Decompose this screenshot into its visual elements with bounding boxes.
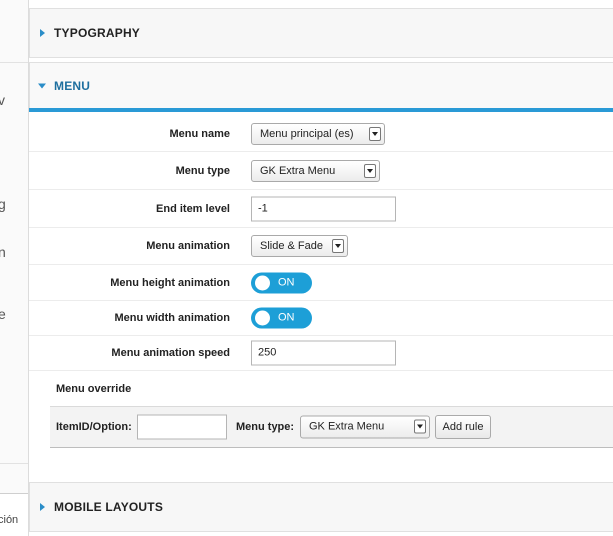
form-row-menu-height-animation: Menu height animation ON: [29, 265, 613, 301]
sidebar-text-fragment: g: [0, 196, 6, 212]
collapse-arrow-icon: [38, 83, 46, 89]
end-item-level-input[interactable]: -1: [251, 196, 396, 221]
dropdown-arrow-icon: [364, 163, 376, 178]
field-label: Menu name: [169, 127, 230, 140]
field-label: Menu animation: [146, 240, 230, 252]
toggle-state: ON: [278, 311, 295, 324]
select-value: GK Extra Menu: [260, 164, 336, 177]
select-value: GK Extra Menu: [309, 420, 385, 433]
form-row-menu-width-animation: Menu width animation ON: [29, 301, 613, 336]
select-value: Slide & Fade: [260, 240, 323, 252]
itemid-label: ItemID/Option:: [56, 421, 132, 433]
panel-active-bar: [29, 108, 613, 112]
panel-title: MENU: [54, 79, 91, 93]
menu-override-title: Menu override: [56, 383, 132, 395]
sidebar-text-fragment: e: [0, 306, 6, 322]
panel-title: TYPOGRAPHY: [54, 26, 141, 40]
menu-animation-select[interactable]: Slide & Fade: [251, 235, 348, 257]
field-label: Menu height animation: [110, 276, 230, 289]
field-label: End item level: [156, 202, 230, 215]
menu-type-select[interactable]: GK Extra Menu: [251, 159, 380, 182]
sidebar-bottom-label: ción: [0, 514, 19, 526]
toggle-state: ON: [278, 276, 295, 288]
override-menu-type-select[interactable]: GK Extra Menu: [300, 415, 430, 439]
left-sidebar-fragment: v g n e ción: [0, 0, 29, 536]
form-row-menu-type: Menu type GK Extra Menu: [29, 152, 613, 190]
expand-arrow-icon: [40, 503, 45, 511]
panel-menu-header[interactable]: MENU: [29, 62, 613, 110]
form-row-menu-name: Menu name Menu principal (es): [29, 116, 613, 152]
override-menu-type-label: Menu type:: [236, 421, 295, 433]
panel-typography-header[interactable]: TYPOGRAPHY: [29, 8, 613, 58]
sidebar-divider: [0, 62, 28, 63]
add-rule-button[interactable]: Add rule: [435, 415, 491, 439]
menu-width-animation-toggle[interactable]: ON: [251, 307, 312, 329]
field-label: Menu width animation: [114, 312, 231, 324]
sidebar-divider: [0, 463, 28, 464]
sidebar-text-fragment: v: [0, 92, 5, 108]
select-value: Menu principal (es): [260, 127, 354, 140]
dropdown-arrow-icon: [369, 126, 381, 141]
toggle-knob: [255, 275, 270, 290]
toggle-knob: [255, 310, 270, 326]
menu-height-animation-toggle[interactable]: ON: [251, 272, 312, 293]
panel-title: MOBILE LAYOUTS: [54, 500, 164, 514]
field-label: Menu type: [175, 164, 230, 177]
menu-override-bar: ItemID/Option: Menu type: GK Extra Menu …: [50, 406, 613, 448]
form-row-end-item-level: End item level -1: [29, 190, 613, 228]
expand-arrow-icon: [40, 29, 45, 37]
itemid-input[interactable]: [137, 414, 227, 440]
sidebar-text-fragment: n: [0, 244, 6, 260]
form-row-menu-animation: Menu animation Slide & Fade: [29, 228, 613, 265]
panel-mobile-layouts-header[interactable]: MOBILE LAYOUTS: [29, 482, 613, 532]
dropdown-arrow-icon: [414, 419, 426, 434]
menu-animation-speed-input[interactable]: 250: [251, 340, 396, 366]
dropdown-arrow-icon: [332, 239, 344, 253]
menu-name-select[interactable]: Menu principal (es): [251, 122, 385, 145]
sidebar-bottom-item[interactable]: ción: [0, 493, 28, 536]
field-label: Menu animation speed: [111, 347, 230, 359]
form-row-menu-animation-speed: Menu animation speed 250: [29, 336, 613, 371]
